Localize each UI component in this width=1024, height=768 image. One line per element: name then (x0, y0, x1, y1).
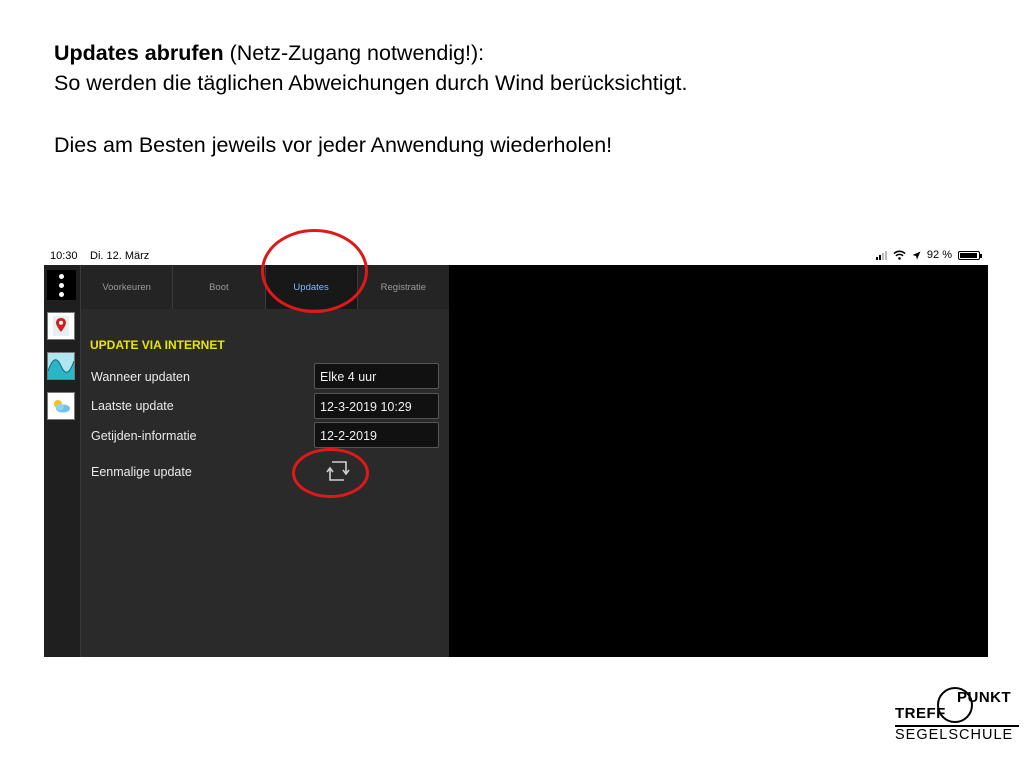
app-screen: Voorkeuren Boot Updates Registratie UPDA… (44, 265, 988, 657)
logo-treff: TREFF (895, 705, 946, 722)
map-pin-button[interactable] (47, 312, 75, 340)
battery-percent: 92 % (926, 249, 952, 261)
more-menu-button[interactable] (47, 270, 76, 300)
last-update-field: 12-3-2019 10:29 (314, 393, 439, 419)
weather-button[interactable] (47, 392, 75, 420)
tide-info-field: 12-2-2019 (314, 422, 439, 448)
last-update-label: Laatste update (91, 399, 174, 413)
tide-wave-icon (48, 353, 74, 379)
tab-registratie[interactable]: Registratie (358, 265, 449, 309)
settings-panel: Voorkeuren Boot Updates Registratie UPDA… (44, 265, 449, 657)
menu-dot-icon (59, 282, 64, 288)
tide-info-label: Getijden-informatie (91, 429, 197, 443)
map-pin-icon (53, 316, 69, 336)
update-frequency-field[interactable]: Elke 4 uur (314, 363, 439, 389)
slide-text: Updates abrufen (Netz-Zugang notwendig!)… (54, 38, 994, 160)
status-date: Di. 12. März (90, 250, 150, 262)
signal-icon (875, 250, 887, 260)
section-title: UPDATE VIA INTERNET (90, 338, 225, 352)
slide-line-1-rest: (Netz-Zugang notwendig!): (223, 41, 485, 65)
slide-line-1-bold: Updates abrufen (54, 41, 224, 65)
update-frequency-label: Wanneer updaten (91, 370, 190, 384)
menu-dot-icon (59, 291, 64, 297)
menu-dot-icon (59, 273, 64, 279)
status-time: 10:30 (50, 250, 78, 262)
status-bar: 10:30 Di. 12. März 92 % (44, 246, 988, 266)
slide-line-3: Dies am Besten jeweils vor jeder Anwendu… (54, 133, 613, 157)
wifi-icon (893, 250, 906, 260)
treffpunkt-logo: PUNKT TREFF SEGELSCHULE (893, 685, 1021, 747)
tab-boot[interactable]: Boot (173, 265, 266, 309)
status-right: 92 % (875, 249, 982, 261)
slide-line-1: Updates abrufen (Netz-Zugang notwendig!)… (54, 38, 994, 68)
updates-tab-highlight (261, 229, 368, 313)
single-update-label: Eenmalige update (91, 465, 192, 479)
logo-segelschule: SEGELSCHULE (895, 727, 1014, 743)
logo-punkt: PUNKT (957, 689, 1012, 706)
refresh-button-highlight (292, 448, 369, 498)
battery-icon (958, 250, 982, 260)
tab-voorkeuren[interactable]: Voorkeuren (81, 265, 174, 309)
tide-button[interactable] (47, 352, 75, 380)
left-rail (44, 265, 81, 657)
weather-icon (54, 400, 70, 413)
location-arrow-icon (912, 251, 921, 259)
slide-line-2: So werden die täglichen Abweichungen dur… (54, 71, 688, 95)
